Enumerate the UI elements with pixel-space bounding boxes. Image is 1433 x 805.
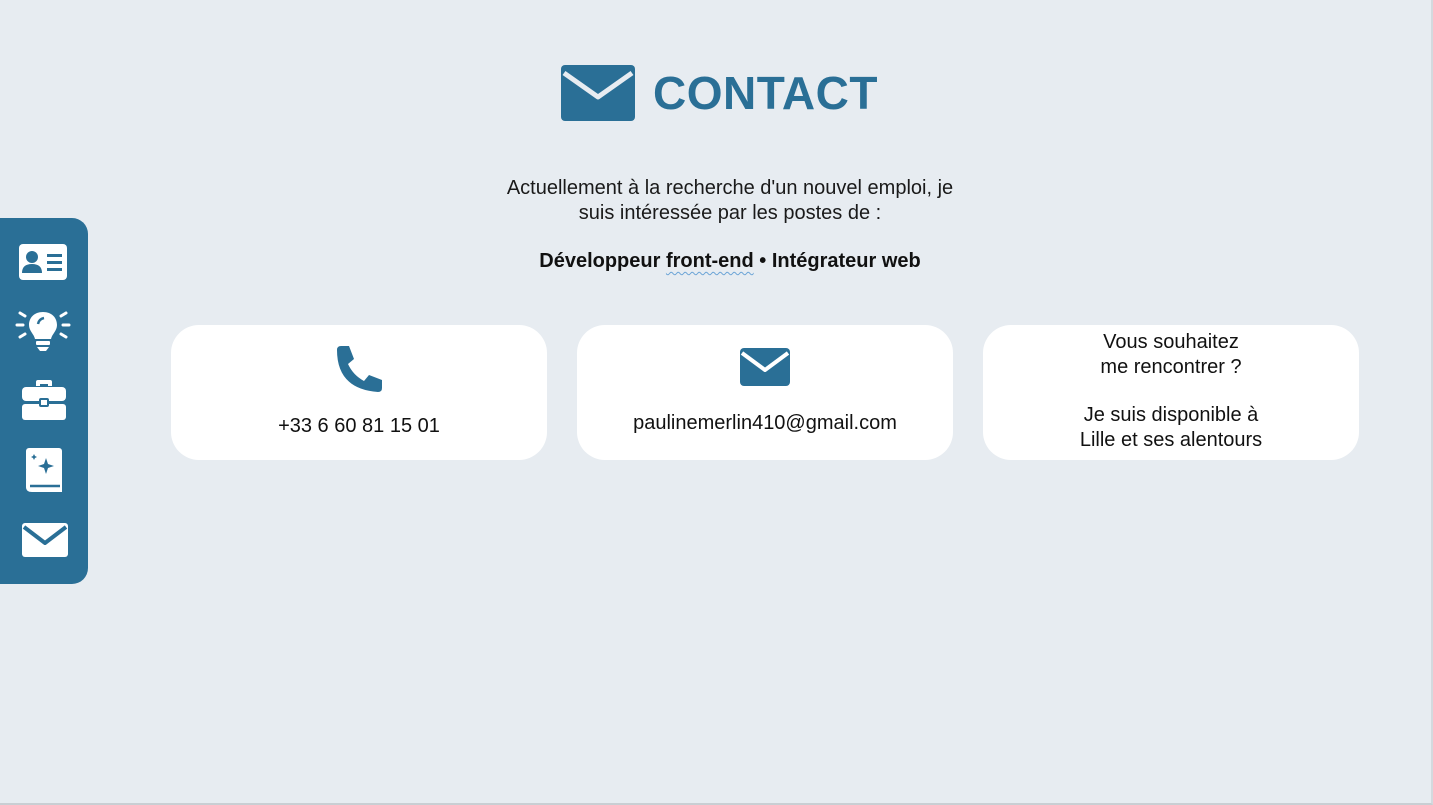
page-title: CONTACT xyxy=(560,62,878,124)
phone-number[interactable]: +33 6 60 81 15 01 xyxy=(171,415,547,438)
sidebar-nav xyxy=(0,218,88,584)
sidebar-item-contact[interactable] xyxy=(0,512,88,568)
envelope-icon xyxy=(22,523,68,557)
job-titles-part-3: • Intégrateur web xyxy=(753,250,921,272)
phone-icon xyxy=(337,346,382,392)
job-titles-part-2: front-end xyxy=(665,250,754,272)
meet-line-3: Je suis disponible à xyxy=(1083,404,1259,426)
job-titles: Développeur front-end • Intégrateur web xyxy=(430,250,1030,273)
meet-line-4: Lille et ses alentours xyxy=(1079,428,1263,451)
page-title-text: CONTACT xyxy=(653,67,878,119)
intro-line-1: Actuellement à la recherche d'un nouvel … xyxy=(506,177,954,199)
email-address[interactable]: paulinemerlin410@gmail.com xyxy=(577,412,953,435)
intro-line-2: suis intéressée par les postes de : xyxy=(578,202,882,224)
meet-line-1: Vous souhaitez xyxy=(1103,331,1239,353)
envelope-icon xyxy=(561,65,635,121)
sidebar-item-skills[interactable] xyxy=(0,300,88,356)
phone-card: +33 6 60 81 15 01 xyxy=(171,325,547,460)
intro-text: Actuellement à la recherche d'un nouvel … xyxy=(430,176,1030,226)
envelope-icon xyxy=(740,348,790,386)
lightbulb-icon xyxy=(15,311,71,351)
email-card: paulinemerlin410@gmail.com xyxy=(577,325,953,460)
meet-text: Vous souhaitez me rencontrer ? Je suis d… xyxy=(983,330,1359,452)
id-card-icon xyxy=(19,244,67,280)
briefcase-icon xyxy=(22,380,66,420)
sidebar-item-profile[interactable] xyxy=(0,234,88,290)
book-sparkle-icon xyxy=(26,448,62,492)
sidebar-item-projects[interactable] xyxy=(0,442,88,498)
meet-line-2: me rencontrer ? xyxy=(1100,355,1242,378)
meet-card: Vous souhaitez me rencontrer ? Je suis d… xyxy=(983,325,1359,460)
sidebar-item-experience[interactable] xyxy=(0,372,88,428)
job-titles-part-1: Développeur xyxy=(539,250,666,272)
